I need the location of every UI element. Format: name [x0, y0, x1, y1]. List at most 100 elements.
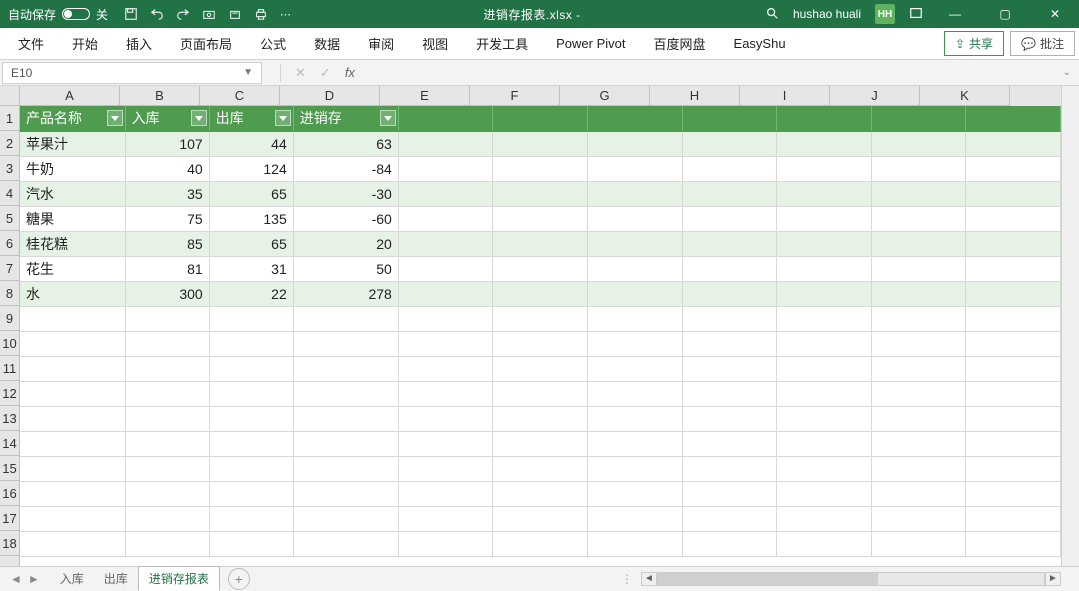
minimize-button[interactable]: — [937, 7, 973, 21]
cell[interactable] [966, 156, 1061, 181]
row-header[interactable]: 8 [0, 281, 19, 306]
close-button[interactable]: ✕ [1037, 7, 1073, 21]
cell[interactable] [871, 456, 966, 481]
cell[interactable] [209, 481, 293, 506]
cell[interactable] [777, 381, 872, 406]
cell[interactable] [493, 206, 588, 231]
cell[interactable] [493, 181, 588, 206]
cell[interactable]: 35 [125, 181, 209, 206]
cell[interactable] [293, 356, 398, 381]
cell[interactable] [966, 506, 1061, 531]
table-header-cell[interactable]: 进销存 [293, 106, 398, 131]
cell[interactable] [493, 406, 588, 431]
cell[interactable] [871, 306, 966, 331]
row-header[interactable]: 5 [0, 206, 19, 231]
ribbon-tab-view[interactable]: 视图 [408, 28, 462, 60]
cell[interactable] [871, 531, 966, 556]
cell[interactable] [125, 356, 209, 381]
cell[interactable] [777, 131, 872, 156]
cell[interactable] [588, 481, 683, 506]
cell[interactable] [966, 206, 1061, 231]
cell[interactable] [966, 181, 1061, 206]
cell[interactable] [493, 256, 588, 281]
cell[interactable] [777, 506, 872, 531]
cell[interactable] [398, 356, 493, 381]
cell[interactable] [293, 456, 398, 481]
cell[interactable] [588, 156, 683, 181]
cell[interactable] [588, 106, 683, 131]
cell[interactable] [209, 456, 293, 481]
cell[interactable] [588, 456, 683, 481]
cell[interactable] [293, 331, 398, 356]
ribbon-tab-data[interactable]: 数据 [300, 28, 354, 60]
ribbon-tab-baidu[interactable]: 百度网盘 [640, 28, 720, 60]
user-avatar[interactable]: HH [875, 4, 895, 24]
cell[interactable]: 牛奶 [20, 156, 125, 181]
cell[interactable] [293, 406, 398, 431]
filter-dropdown-icon[interactable] [275, 110, 291, 126]
cell[interactable] [966, 481, 1061, 506]
cell[interactable] [209, 406, 293, 431]
cell[interactable] [966, 356, 1061, 381]
cell[interactable]: 22 [209, 281, 293, 306]
cell[interactable] [966, 256, 1061, 281]
cell[interactable] [398, 381, 493, 406]
row-header[interactable]: 11 [0, 356, 19, 381]
cell[interactable] [398, 506, 493, 531]
cell[interactable]: 汽水 [20, 181, 125, 206]
cell[interactable]: 水 [20, 281, 125, 306]
cell[interactable] [682, 181, 777, 206]
cell[interactable] [682, 456, 777, 481]
cancel-formula-icon[interactable]: ✕ [295, 65, 306, 81]
cell[interactable]: 81 [125, 256, 209, 281]
cell[interactable] [777, 281, 872, 306]
cell[interactable] [682, 156, 777, 181]
cell[interactable]: -60 [293, 206, 398, 231]
column-header[interactable]: E [380, 86, 470, 106]
cell[interactable] [966, 231, 1061, 256]
cell[interactable] [20, 481, 125, 506]
cell[interactable] [871, 431, 966, 456]
touch-icon[interactable] [228, 7, 242, 21]
cell[interactable] [871, 256, 966, 281]
print-icon[interactable] [254, 7, 268, 21]
cell[interactable]: 花生 [20, 256, 125, 281]
cell[interactable] [209, 356, 293, 381]
cell[interactable] [293, 531, 398, 556]
cell[interactable] [398, 531, 493, 556]
cell[interactable] [966, 281, 1061, 306]
row-header[interactable]: 13 [0, 406, 19, 431]
cell[interactable] [777, 431, 872, 456]
maximize-button[interactable]: ▢ [987, 7, 1023, 21]
cell[interactable]: 苹果汁 [20, 131, 125, 156]
cell[interactable] [293, 431, 398, 456]
select-all-button[interactable] [0, 86, 20, 106]
cell[interactable]: -30 [293, 181, 398, 206]
filter-dropdown-icon[interactable] [107, 110, 123, 126]
ribbon-display-icon[interactable] [909, 6, 923, 23]
cell[interactable] [398, 456, 493, 481]
cell[interactable] [398, 156, 493, 181]
cell[interactable] [588, 356, 683, 381]
cell[interactable] [20, 456, 125, 481]
sheet-tab[interactable]: 出库 [94, 567, 138, 590]
cell[interactable] [871, 231, 966, 256]
cell[interactable] [293, 381, 398, 406]
cell[interactable] [125, 481, 209, 506]
cell[interactable] [398, 206, 493, 231]
cell[interactable] [682, 431, 777, 456]
undo-icon[interactable] [150, 7, 164, 21]
cell[interactable]: -84 [293, 156, 398, 181]
cell[interactable] [20, 431, 125, 456]
cell[interactable] [125, 331, 209, 356]
cell[interactable] [871, 181, 966, 206]
cell[interactable] [398, 406, 493, 431]
cell[interactable] [777, 331, 872, 356]
cell[interactable] [125, 456, 209, 481]
ribbon-tab-formulas[interactable]: 公式 [246, 28, 300, 60]
ribbon-tab-home[interactable]: 开始 [58, 28, 112, 60]
cell[interactable] [209, 331, 293, 356]
save-icon[interactable] [124, 7, 138, 21]
cell[interactable]: 85 [125, 231, 209, 256]
search-icon[interactable] [765, 6, 779, 23]
